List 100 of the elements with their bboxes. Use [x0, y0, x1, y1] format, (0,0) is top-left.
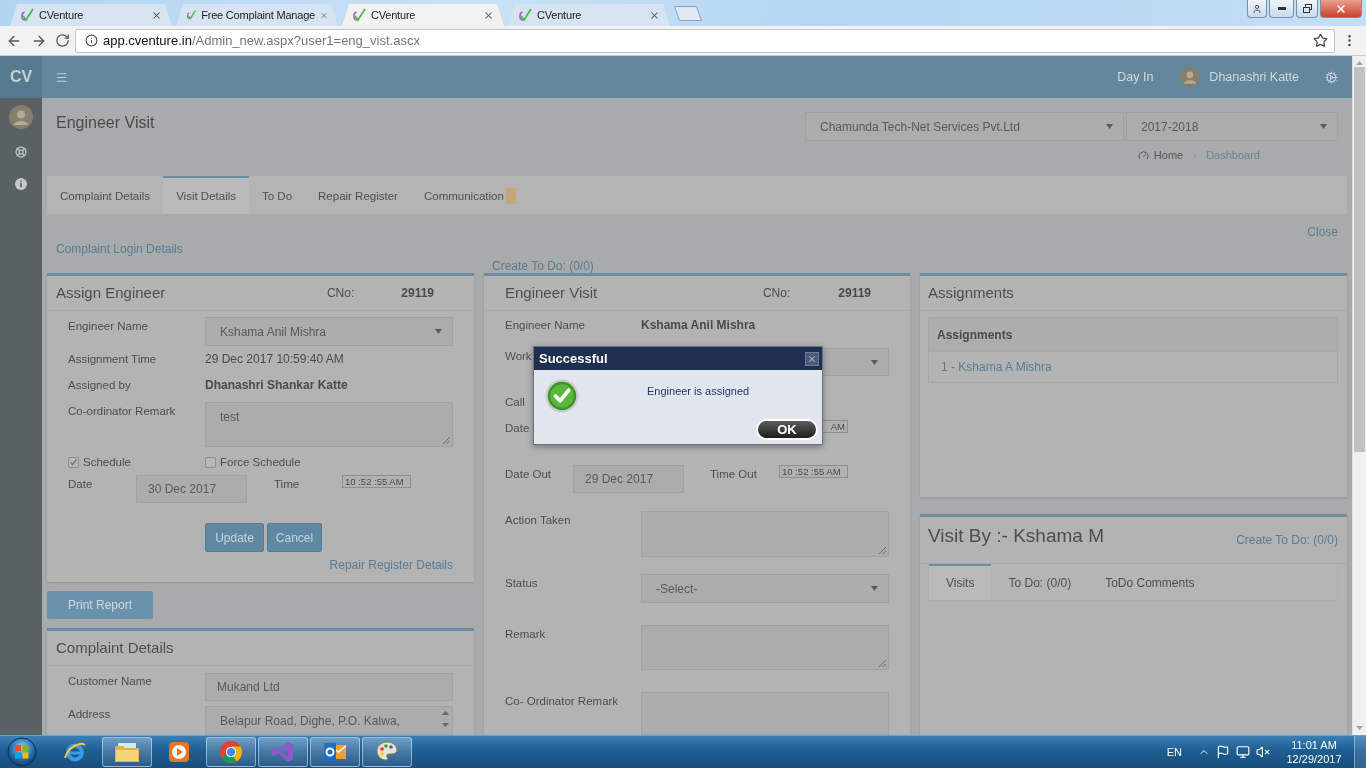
company-select[interactable]: Chamunda Tech-Net Services Pvt.Ltd — [805, 112, 1124, 141]
clock-date[interactable]: 12/29/2017 — [1286, 752, 1342, 766]
textarea-field[interactable]: test — [205, 402, 453, 447]
taskbar-button[interactable] — [310, 737, 360, 767]
reload-icon[interactable] — [55, 33, 70, 48]
taskbar-button[interactable] — [206, 737, 256, 767]
play-icon — [168, 741, 190, 763]
lifebuoy-icon[interactable] — [15, 146, 27, 158]
minimize-button[interactable] — [1269, 0, 1294, 18]
tab[interactable]: Repair Register — [305, 176, 411, 214]
settings-icon[interactable] — [1325, 70, 1338, 84]
scroll-up-icon[interactable] — [1356, 61, 1363, 65]
field-label: Call — [505, 395, 525, 410]
complaint-login-link[interactable]: Complaint Login Details — [56, 242, 183, 256]
date-field[interactable]: 29 Dec 2017 — [573, 465, 684, 493]
field-label: Assigned by — [68, 378, 131, 393]
language-indicator[interactable]: EN — [1166, 746, 1182, 758]
address-bar[interactable]: app.cventure.in/Admin_new.aspx?user1=eng_vist.ascx — [75, 28, 1335, 53]
print-report-button[interactable]: Print Report — [47, 591, 153, 619]
time-field[interactable]: 10 :52 :55 AM — [779, 465, 848, 478]
assignment-link[interactable]: 1 - Kshama A Mishra — [941, 360, 1052, 374]
select-field[interactable]: -Select- — [641, 574, 889, 603]
ok-button[interactable]: OK — [758, 421, 816, 438]
tab[interactable]: Complaint Details — [47, 176, 164, 214]
caret-icon — [1320, 124, 1327, 129]
breadcrumb-current: Dashboard — [1206, 149, 1260, 161]
browser-tab[interactable]: CVenture — [508, 4, 670, 26]
check-icon — [186, 8, 197, 22]
scrollbar-thumb[interactable] — [1354, 67, 1365, 452]
tab[interactable]: Visits — [929, 564, 992, 600]
user-name[interactable]: Dhanashri Katte — [1209, 70, 1299, 84]
network-icon[interactable] — [1236, 745, 1250, 759]
create-todo-link[interactable]: Create To Do: (0/0) — [1236, 533, 1338, 547]
date-field[interactable]: 30 Dec 2017 — [136, 475, 247, 503]
show-desktop-button[interactable] — [1354, 736, 1366, 768]
tab[interactable]: To Do — [249, 176, 306, 214]
speaker-muted-icon[interactable] — [1256, 745, 1270, 759]
taskbar-button[interactable] — [258, 737, 308, 767]
close-icon[interactable] — [483, 9, 494, 21]
info-icon[interactable] — [85, 34, 98, 47]
mail-icon — [323, 740, 347, 764]
breadcrumb-link[interactable]: Home — [1153, 149, 1184, 161]
field-label: Status — [505, 576, 538, 591]
browser-tab[interactable]: CVenture — [10, 4, 172, 26]
check-icon — [20, 8, 34, 22]
clock-time[interactable]: 11:01 AM — [1291, 738, 1337, 752]
textarea-field[interactable] — [641, 625, 889, 670]
flag-icon[interactable] — [1216, 745, 1230, 759]
close-button[interactable] — [805, 351, 819, 366]
close-link[interactable]: Close — [1307, 225, 1338, 239]
scroll-down-icon[interactable] — [1356, 726, 1363, 730]
browser-tab[interactable]: Free Complaint Manage — [176, 4, 338, 26]
tab[interactable]: Visit Details — [163, 176, 249, 214]
year-select[interactable]: 2017-2018 — [1126, 112, 1338, 141]
field-label: Date — [68, 477, 93, 492]
folder-icon — [114, 741, 140, 763]
logo: CV — [0, 56, 42, 98]
input-field[interactable]: Mukand Ltd — [205, 673, 453, 701]
resize-handle-icon — [443, 437, 450, 444]
time-field[interactable]: 10 :52 :55 AM — [342, 475, 411, 488]
close-icon[interactable] — [649, 9, 660, 21]
dialog-title: Successful — [539, 351, 608, 366]
select-field[interactable] — [821, 348, 889, 376]
checkbox[interactable] — [68, 456, 79, 468]
caret-icon — [1106, 124, 1113, 129]
tab[interactable]: Communication — [410, 176, 529, 214]
taskbar-button[interactable] — [362, 737, 412, 767]
time-field[interactable]: AM — [821, 420, 848, 433]
scroll-up-icon[interactable] — [442, 711, 449, 715]
profile-button[interactable] — [1247, 0, 1267, 18]
tab[interactable]: ToDo Comments — [1088, 564, 1212, 600]
tab-title: CVenture — [371, 9, 416, 21]
browser-tab[interactable]: CVenture — [342, 4, 504, 26]
checkbox-label: Force Schedule — [220, 455, 301, 470]
update-button[interactable]: Update — [205, 523, 264, 552]
textarea-field[interactable] — [641, 692, 889, 735]
close-icon[interactable] — [151, 9, 162, 21]
menu-icon[interactable] — [55, 70, 68, 84]
field-label: Assignment Time — [68, 352, 157, 367]
ribbon-icon — [271, 740, 295, 764]
star-icon[interactable] — [1313, 33, 1328, 48]
day-in-link[interactable]: Day In — [1117, 70, 1154, 84]
textarea-field[interactable]: Belapur Road, Dighe, P.O. Kalwa, — [205, 706, 453, 735]
select-field[interactable]: Kshama Anil Mishra — [205, 317, 453, 346]
page-title: Engineer Visit — [56, 113, 155, 133]
repair-register-link[interactable]: Repair Register Details — [329, 558, 453, 572]
restore-button[interactable] — [1296, 0, 1318, 18]
checkbox[interactable] — [205, 456, 216, 468]
close-icon — [807, 353, 817, 364]
taskbar-button[interactable] — [102, 737, 152, 767]
create-todo-link[interactable]: Create To Do: (0/0) — [492, 259, 594, 273]
field-label: Co- Ordinator Remark — [505, 694, 619, 709]
field-label: CNo: — [762, 286, 791, 300]
minimize-icon — [1277, 7, 1286, 10]
browser-icon — [63, 740, 87, 764]
palette-icon — [375, 740, 399, 764]
tab[interactable]: To Do: (0/0) — [991, 564, 1089, 600]
textarea-field[interactable] — [641, 511, 889, 557]
scroll-down-icon[interactable] — [442, 723, 449, 727]
cancel-button[interactable]: Cancel — [267, 523, 322, 552]
